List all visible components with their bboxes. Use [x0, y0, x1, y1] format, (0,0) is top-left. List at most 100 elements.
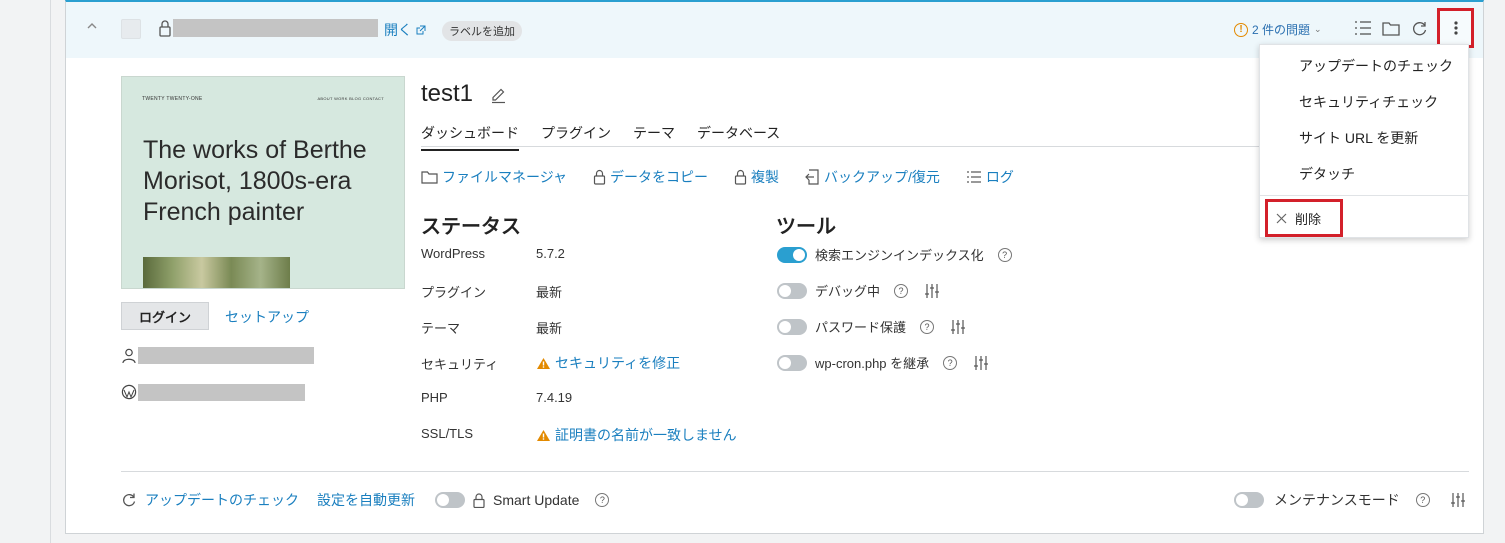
warning-triangle-icon [537, 429, 550, 441]
issues-dropdown[interactable]: ! 2 件の問題 ⌄ [1234, 21, 1322, 38]
refresh-icon [123, 493, 136, 507]
menu-item-check-updates[interactable]: アップデートのチェック [1299, 56, 1453, 76]
maintenance-mode-toggle[interactable] [1234, 492, 1264, 508]
logs-link[interactable]: ログ [966, 167, 1014, 187]
help-icon[interactable]: ? [595, 493, 610, 507]
list-view-icon[interactable] [1354, 20, 1372, 38]
password-protection-label: パスワード保護 [815, 320, 907, 335]
more-actions-menu: アップデートのチェック セキュリティチェック サイト URL を更新 デタッチ … [1259, 44, 1469, 238]
menu-item-update-site-url[interactable]: サイト URL を更新 [1299, 128, 1418, 148]
clone-label: 複製 [751, 169, 780, 185]
status-label-security: セキュリティ [421, 357, 499, 372]
user-icon [122, 348, 136, 367]
copy-data-label: データをコピー [610, 169, 709, 185]
footer-divider [121, 471, 1469, 472]
tool-row-debugging: デバッグ中 ? [777, 281, 940, 300]
search-indexing-label: 検索エンジンインデックス化 [815, 248, 984, 263]
setup-link[interactable]: セットアップ [225, 307, 309, 327]
open-link-label: 開く [384, 22, 412, 38]
folder-icon [421, 171, 438, 184]
search-indexing-toggle[interactable] [777, 246, 807, 263]
backup-restore-label: バックアップ/復元 [824, 169, 940, 185]
menu-separator [1260, 195, 1468, 196]
warning-circle-icon: ! [1234, 22, 1248, 37]
help-icon[interactable]: ? [1415, 493, 1430, 507]
status-value-wordpress: 5.7.2 [536, 246, 565, 261]
left-strip [0, 0, 51, 543]
quick-actions: ファイルマネージャ データをコピー 複製 バックアップ/復元 ログ [421, 167, 1014, 187]
delete-label: 削除 [1295, 211, 1322, 227]
thumbnail-painting-image [143, 257, 290, 288]
add-label-button[interactable]: ラベルを追加 [442, 21, 522, 41]
status-label-php: PHP [421, 390, 448, 405]
copy-data-link[interactable]: データをコピー [593, 167, 708, 187]
site-title: test1 [421, 80, 474, 107]
tab-divider [421, 146, 1261, 147]
chevron-down-icon: ⌄ [1314, 24, 1322, 34]
status-heading: ステータス [421, 216, 521, 238]
redacted-domain [173, 19, 378, 37]
file-manager-label: ファイルマネージャ [442, 169, 568, 185]
redacted-username [138, 347, 314, 364]
backup-restore-link[interactable]: バックアップ/復元 [805, 167, 940, 187]
folder-icon[interactable] [1382, 20, 1400, 38]
chevron-up-icon[interactable] [86, 20, 100, 34]
lock-icon [158, 19, 174, 39]
settings-sliders-icon[interactable] [950, 319, 966, 335]
tool-row-wp-cron: wp-cron.php を継承 ? [777, 353, 989, 372]
fix-security-link[interactable]: セキュリティを修正 [536, 353, 680, 373]
fix-security-label: セキュリティを修正 [555, 355, 681, 371]
smart-update-label: Smart Update [493, 492, 580, 508]
debugging-toggle[interactable] [777, 282, 807, 299]
backup-icon [805, 169, 819, 185]
smart-update-toggle[interactable] [435, 492, 465, 508]
thumbnail-nav: ABOUT WORK BLOG CONTACT [317, 96, 384, 101]
status-value-themes: 最新 [536, 321, 563, 336]
settings-sliders-icon[interactable] [1450, 492, 1466, 508]
site-thumbnail[interactable]: TWENTY TWENTY-ONE ABOUT WORK BLOG CONTAC… [121, 76, 405, 289]
status-label-wordpress: WordPress [421, 246, 486, 261]
help-icon[interactable]: ? [943, 355, 958, 370]
kebab-menu-icon [1453, 21, 1458, 35]
lock-icon [593, 169, 606, 185]
tool-row-password-protection: パスワード保護 ? [777, 317, 966, 336]
password-protection-toggle[interactable] [777, 318, 807, 335]
help-icon[interactable]: ? [920, 319, 935, 334]
login-button[interactable]: ログイン [121, 302, 209, 330]
lock-icon [473, 492, 485, 508]
ssl-warning-link[interactable]: 証明書の名前が一致しません [536, 425, 737, 445]
auto-update-settings-link[interactable]: 設定を自動更新 [317, 490, 415, 510]
menu-item-security-check[interactable]: セキュリティチェック [1299, 92, 1438, 112]
menu-item-detach[interactable]: デタッチ [1299, 164, 1355, 184]
more-actions-button[interactable] [1437, 8, 1474, 48]
wp-cron-toggle[interactable] [777, 354, 807, 371]
lock-icon [734, 169, 747, 185]
tools-heading: ツール [776, 216, 836, 238]
settings-sliders-icon[interactable] [973, 355, 989, 371]
check-updates-link[interactable]: アップデートのチェック [145, 490, 299, 510]
help-icon[interactable]: ? [894, 283, 909, 298]
file-manager-link[interactable]: ファイルマネージャ [421, 167, 567, 187]
warning-triangle-icon [537, 357, 550, 369]
maintenance-mode-label: メンテナンスモード [1274, 492, 1400, 508]
tool-row-search-indexing: 検索エンジンインデックス化 ? [777, 245, 1012, 264]
external-link-icon [416, 25, 426, 35]
close-icon [1276, 213, 1287, 223]
wordpress-icon [121, 384, 137, 403]
debugging-label: デバッグ中 [815, 284, 881, 299]
pencil-icon[interactable] [490, 87, 508, 105]
clone-link[interactable]: 複製 [734, 167, 779, 187]
open-site-link[interactable]: 開く [384, 20, 426, 40]
logs-label: ログ [985, 169, 1014, 185]
status-label-ssl: SSL/TLS [421, 426, 474, 441]
footer-right: メンテナンスモード ? [1234, 490, 1466, 510]
status-label-themes: テーマ [421, 321, 461, 336]
site-select-checkbox[interactable] [121, 19, 141, 39]
refresh-icon[interactable] [1411, 20, 1429, 38]
wp-cron-label: wp-cron.php を継承 [815, 356, 930, 371]
redacted-path [138, 384, 305, 401]
settings-sliders-icon[interactable] [924, 283, 940, 299]
status-value-plugins: 最新 [536, 285, 563, 300]
menu-item-delete[interactable]: 削除 [1265, 199, 1343, 237]
help-icon[interactable]: ? [997, 247, 1012, 262]
